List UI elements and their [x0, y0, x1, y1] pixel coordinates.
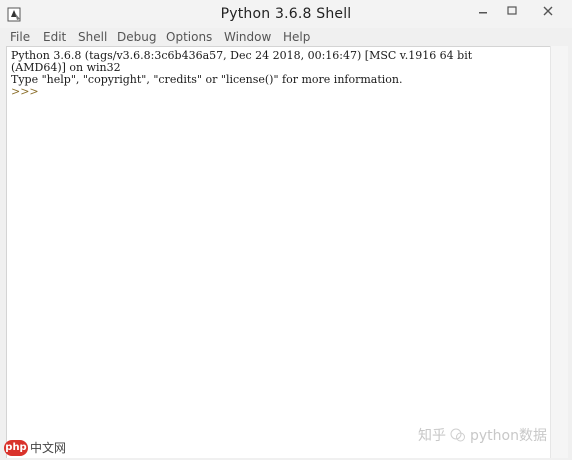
watermark-right-text-1: 知乎 [418, 428, 446, 444]
menu-item-window[interactable]: Window [224, 30, 271, 44]
php-logo: php [4, 439, 28, 456]
menu-item-help[interactable]: Help [283, 30, 310, 44]
watermark-left-text: 中文网 [30, 441, 67, 455]
menu-item-edit[interactable]: Edit [43, 30, 66, 44]
close-icon[interactable] [528, 2, 568, 22]
maximize-icon[interactable] [499, 2, 525, 22]
menu-item-debug[interactable]: Debug [117, 30, 156, 44]
menu-item-file[interactable]: File [10, 30, 30, 44]
menu-bar: File Edit Shell Debug Options Window Hel… [0, 28, 572, 46]
menu-item-options[interactable]: Options [166, 30, 212, 44]
watermark-right-text-2: python数据 [470, 428, 547, 444]
shell-prompt[interactable]: >>> [11, 86, 39, 98]
shell-text-area[interactable]: Python 3.6.8 (tags/v3.6.8:3c6b436a57, De… [6, 46, 550, 458]
watermark-left: php 中文网 [4, 439, 66, 456]
menu-item-shell[interactable]: Shell [78, 30, 107, 44]
banner-line: Type "help", "copyright", "credits" or "… [11, 73, 403, 86]
vertical-scrollbar[interactable] [550, 46, 568, 458]
wechat-icon [450, 427, 466, 443]
watermark-right: 知乎 python数据 [418, 425, 547, 445]
title-bar[interactable]: Python 3.6.8 Shell [0, 0, 572, 28]
idle-shell-window: Python 3.6.8 Shell File Edit Shell Debug… [0, 0, 572, 460]
minimize-icon[interactable] [470, 2, 496, 22]
